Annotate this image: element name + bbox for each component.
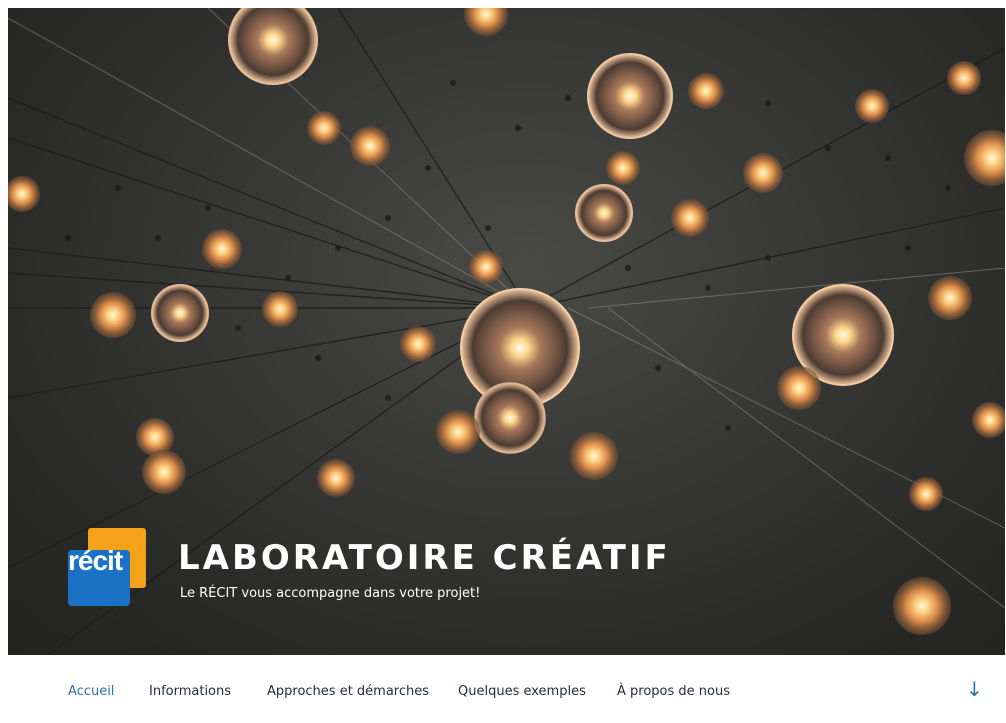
recit-logo[interactable]: récit [68, 528, 146, 606]
nav-item-exemples[interactable]: Quelques exemples [458, 684, 586, 699]
nav-item-approches[interactable]: Approches et démarches [267, 684, 429, 699]
arrow-down-icon[interactable]: ↓ [966, 677, 983, 701]
nav-item-a-propos[interactable]: À propos de nous [617, 684, 730, 699]
main-navigation: Accueil Informations Approches et démarc… [0, 655, 1006, 723]
site-title[interactable]: LABORATOIRE CRÉATIF [178, 538, 671, 578]
site-tagline: Le RÉCIT vous accompagne dans votre proj… [180, 586, 481, 601]
nav-item-informations[interactable]: Informations [149, 684, 231, 699]
nav-item-accueil[interactable]: Accueil [68, 684, 114, 699]
hero-banner: récit LABORATOIRE CRÉATIF Le RÉCIT vous … [8, 8, 1005, 655]
site-branding: récit LABORATOIRE CRÉATIF Le RÉCIT vous … [68, 528, 968, 618]
logo-text: récit [68, 545, 123, 576]
